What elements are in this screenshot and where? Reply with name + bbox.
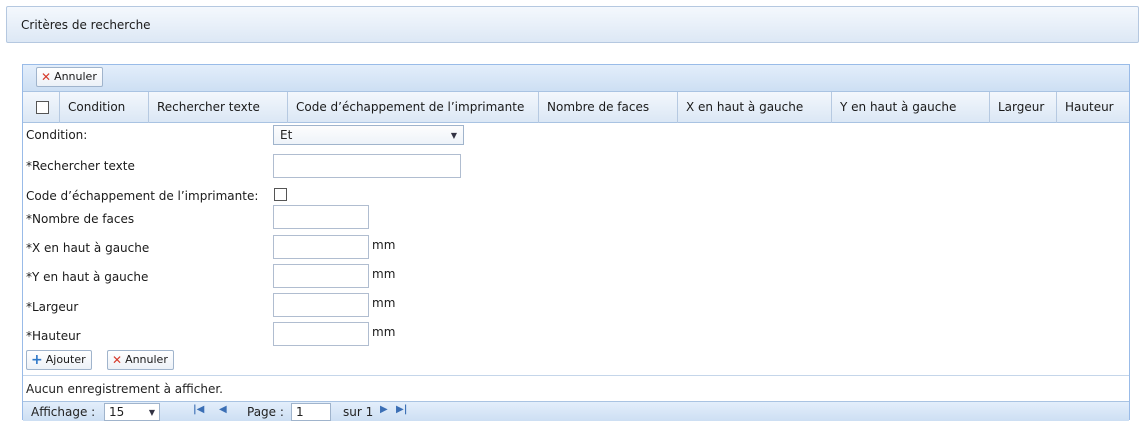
column-header-width[interactable]: Largeur xyxy=(990,92,1057,123)
condition-select[interactable]: Et ▼ xyxy=(273,125,464,145)
select-all-checkbox[interactable] xyxy=(36,101,49,114)
x-input[interactable] xyxy=(273,235,369,259)
page-count-label: sur 1 xyxy=(343,405,374,419)
prev-page-icon[interactable]: ◀ xyxy=(219,404,227,415)
y-unit: mm xyxy=(372,267,396,281)
pager-bar: Affichage : 15 ▼ |◀ ◀ Page : 1 sur 1 ▶ ▶… xyxy=(23,401,1129,421)
escape-code-checkbox[interactable] xyxy=(274,188,287,201)
page-number-input[interactable]: 1 xyxy=(291,403,331,421)
add-button[interactable]: + Ajouter xyxy=(26,350,92,370)
chevron-down-icon: ▼ xyxy=(450,131,457,140)
x-label: *X en haut à gauche xyxy=(26,241,150,255)
column-header-height[interactable]: Hauteur xyxy=(1057,92,1131,123)
toolbar-cancel-label: Annuler xyxy=(54,70,97,83)
y-input[interactable] xyxy=(273,264,369,288)
escape-code-label: Code d’échappement de l’imprimante: xyxy=(26,189,259,203)
height-unit: mm xyxy=(372,325,396,339)
faces-input[interactable] xyxy=(273,205,369,229)
panel-title: Critères de recherche xyxy=(21,18,151,32)
condition-select-value: Et xyxy=(280,128,293,142)
height-label: *Hauteur xyxy=(26,329,81,343)
grid-header-row: Condition Rechercher texte Code d’échapp… xyxy=(23,92,1129,123)
column-header-condition[interactable]: Condition xyxy=(60,92,149,123)
column-header-y-top-left[interactable]: Y en haut à gauche xyxy=(832,92,990,123)
height-input[interactable] xyxy=(273,322,369,346)
add-button-label: Ajouter xyxy=(45,353,86,366)
last-page-icon[interactable]: ▶| xyxy=(396,404,407,415)
close-icon: ✕ xyxy=(41,70,52,84)
form-cancel-label: Annuler xyxy=(125,353,168,366)
width-input[interactable] xyxy=(273,293,369,317)
page-label: Page : xyxy=(247,405,284,419)
grid-toolbar: ✕ Annuler xyxy=(23,65,1129,92)
page-size-value: 15 xyxy=(109,405,125,419)
condition-label: Condition: xyxy=(26,128,88,142)
column-header-faces[interactable]: Nombre de faces xyxy=(539,92,678,123)
close-icon: ✕ xyxy=(112,353,123,367)
toolbar-cancel-button[interactable]: ✕ Annuler xyxy=(36,67,103,87)
faces-label: *Nombre de faces xyxy=(26,212,135,226)
form-cancel-button[interactable]: ✕ Annuler xyxy=(107,350,174,370)
empty-records-message: Aucun enregistrement à afficher. xyxy=(23,375,1129,401)
select-all-cell xyxy=(23,92,60,123)
first-page-icon[interactable]: |◀ xyxy=(193,404,204,415)
search-text-input[interactable] xyxy=(273,154,461,178)
width-label: *Largeur xyxy=(26,300,79,314)
column-header-search-text[interactable]: Rechercher texte xyxy=(149,92,288,123)
page-size-select[interactable]: 15 ▼ xyxy=(104,403,160,421)
plus-icon: + xyxy=(31,352,43,368)
x-unit: mm xyxy=(372,238,396,252)
column-header-escape-code[interactable]: Code d’échappement de l’imprimante xyxy=(288,92,539,123)
column-header-x-top-left[interactable]: X en haut à gauche xyxy=(678,92,832,123)
search-text-label: *Rechercher texte xyxy=(26,159,135,173)
insert-form: Condition: Et ▼ *Rechercher texte Code d… xyxy=(23,123,1129,375)
page-size-label: Affichage : xyxy=(31,405,96,419)
y-label: *Y en haut à gauche xyxy=(26,270,149,284)
width-unit: mm xyxy=(372,296,396,310)
chevron-down-icon: ▼ xyxy=(148,408,155,417)
next-page-icon[interactable]: ▶ xyxy=(380,404,388,415)
search-criteria-panel-header: Critères de recherche xyxy=(6,6,1139,43)
criteria-grid: ✕ Annuler Condition Rechercher texte Cod… xyxy=(22,64,1130,421)
